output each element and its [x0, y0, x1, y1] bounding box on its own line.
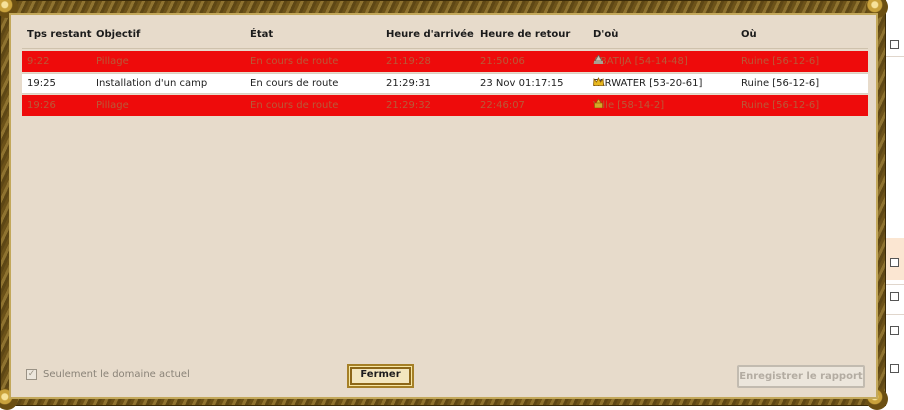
cell-arrival: 21:19:28 [386, 56, 431, 67]
cell-state: En cours de route [250, 100, 339, 111]
cell-state: En cours de route [250, 56, 339, 67]
header-divider [22, 48, 868, 49]
header-origin[interactable]: D'où [593, 22, 618, 48]
header-state[interactable]: État [250, 22, 273, 48]
dialog-panel: Tps restant Objectif État Heure d'arrivé… [9, 13, 878, 399]
cell-state: En cours de route [250, 78, 339, 89]
cell-destination[interactable]: Ruine [56-12-6] [741, 95, 819, 116]
cell-objective: Pillage [96, 56, 129, 67]
cell-return: 22:46:07 [480, 100, 525, 111]
cell-remaining: 19:25 [27, 78, 56, 89]
cell-destination[interactable]: Ruine [56-12-6] [741, 74, 819, 93]
crown-icon [593, 74, 604, 86]
close-button[interactable]: Fermer [347, 364, 414, 388]
troop-movements-dialog: Tps restant Objectif État Heure d'arrivé… [0, 0, 888, 410]
cell-origin[interactable]: FARWATER [53-20-61] [593, 74, 702, 93]
origin-label: FARWATER [53-20-61] [593, 78, 703, 89]
cell-arrival: 21:29:32 [386, 100, 431, 111]
header-destination[interactable]: Où [741, 22, 757, 48]
current-domain-label: Seulement le domaine actuel [43, 369, 190, 380]
background-checkbox[interactable] [890, 326, 899, 335]
header-arrival[interactable]: Heure d'arrivée [386, 22, 474, 48]
current-domain-checkbox[interactable]: ✓ [26, 369, 37, 380]
cell-remaining: 9:22 [27, 56, 50, 67]
tower-icon [593, 51, 604, 64]
header-return[interactable]: Heure de retour [480, 22, 570, 48]
header-remaining[interactable]: Tps restant [27, 22, 92, 48]
header-objective[interactable]: Objectif [96, 22, 140, 48]
cell-origin[interactable]: Ville [58-14-2] [593, 95, 664, 116]
origin-label: ABATIJA [54-14-48] [593, 56, 688, 67]
castle-icon [593, 95, 604, 109]
movements-table: Tps restant Objectif État Heure d'arrivé… [22, 22, 868, 117]
background-checkbox[interactable] [890, 292, 899, 301]
table-body: 9:22 Pillage En cours de route 21:19:28 21:5… [22, 51, 868, 116]
cell-remaining: 19:26 [27, 100, 56, 111]
cell-return: 21:50:06 [480, 56, 525, 67]
cell-objective: Pillage [96, 100, 129, 111]
table-row[interactable]: 9:22 Pillage En cours de route 21:19:28 21:5… [22, 51, 868, 72]
cell-destination[interactable]: Ruine [56-12-6] [741, 51, 819, 72]
table-header: Tps restant Objectif État Heure d'arrivé… [22, 22, 868, 48]
cell-arrival: 21:29:31 [386, 78, 431, 89]
background-checkbox[interactable] [890, 40, 899, 49]
table-row[interactable]: 19:26 Pillage En cours de route 21:29:32 22:… [22, 95, 868, 116]
cell-objective: Installation d'un camp [96, 78, 208, 89]
save-report-button[interactable]: Enregistrer le rapport [737, 365, 865, 388]
background-checkbox[interactable] [890, 258, 899, 267]
cell-return: 23 Nov 01:17:15 [480, 78, 564, 89]
table-row[interactable]: 19:25 Installation d'un camp En cours de r… [22, 73, 868, 94]
cell-origin[interactable]: ABATIJA [54-14-48] [593, 51, 688, 72]
background-checkbox[interactable] [890, 364, 899, 373]
